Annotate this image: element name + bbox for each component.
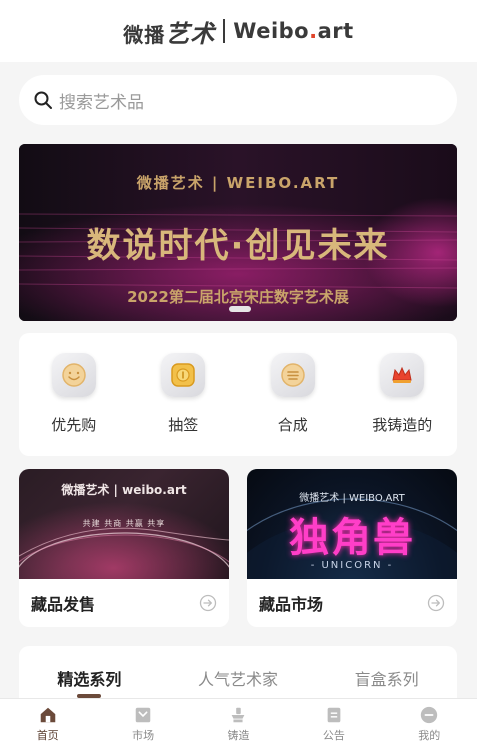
tab-label: 铸造	[227, 729, 250, 742]
market-icon	[135, 707, 151, 723]
card-image-brand: 微播艺术 | WEIBO.ART	[299, 493, 405, 504]
card-image: 微播艺术 | WEIBO.ART 独角兽 - UNICORN -	[247, 469, 457, 579]
tab-label: 首页	[36, 729, 59, 742]
tab-label: 公告	[322, 729, 345, 742]
card-image-caption: 共建 共商 共赢 共享	[82, 519, 166, 528]
action-label: 我铸造的	[372, 416, 433, 434]
action-label: 合成	[277, 416, 308, 434]
home-icon	[40, 707, 55, 723]
tab-profile[interactable]: 我的	[399, 705, 459, 743]
action-synthesize[interactable]: 合成	[248, 353, 338, 456]
card-image-title: 独角兽	[289, 515, 415, 561]
carousel-indicator[interactable]	[229, 306, 251, 312]
card-title: 藏品市场	[259, 595, 324, 614]
quick-actions: 优先购 抽签 合成 我铸造的	[19, 333, 457, 456]
logo-divider	[223, 19, 226, 43]
action-my-minted[interactable]: 我铸造的	[357, 353, 447, 456]
search-icon	[34, 91, 52, 109]
layers-icon	[270, 353, 315, 397]
app-header: 微播艺术 Weibo.art	[0, 0, 477, 62]
arrow-right-icon[interactable]	[199, 594, 217, 612]
card-title: 藏品发售	[31, 595, 96, 614]
app-logo: 微播艺术 Weibo.art	[123, 14, 353, 49]
tab-market[interactable]: 市场	[113, 705, 173, 743]
profile-icon	[421, 706, 438, 724]
tab-label: 我的	[418, 729, 441, 742]
notice-icon	[327, 707, 341, 723]
card-image-caption: - UNICORN -	[310, 560, 394, 571]
card-image: 微播艺术 | weibo.art 共建 共商 共赢 共享	[19, 469, 229, 579]
card-footer: 藏品发售	[19, 579, 229, 627]
smile-icon	[51, 353, 96, 397]
card-collection-sale[interactable]: 微播艺术 | weibo.art 共建 共商 共赢 共享 藏品发售	[19, 469, 229, 627]
card-image-brand: 微播艺术 | weibo.art	[61, 483, 187, 497]
banner-title: 数说时代·创见未来	[86, 226, 390, 266]
tab-label: 市场	[132, 729, 155, 742]
tab-home[interactable]: 首页	[18, 705, 78, 743]
action-lottery[interactable]: 抽签	[138, 353, 228, 456]
logo-chinese: 微播艺术	[123, 18, 216, 48]
logo-english: Weibo.art	[233, 19, 354, 43]
banner-subtitle: 2022第二届北京宋庄数字艺术展	[127, 288, 349, 306]
coin-icon	[161, 353, 206, 397]
action-label: 抽签	[168, 416, 199, 434]
card-collection-market[interactable]: 微播艺术 | WEIBO.ART 独角兽 - UNICORN - 藏品市场	[247, 469, 457, 627]
anvil-icon	[232, 707, 245, 723]
tab-notice[interactable]: 公告	[304, 705, 364, 743]
bottom-tab-bar: 首页 市场 铸造 公告 我的	[0, 698, 477, 743]
search-placeholder: 搜索艺术品	[59, 92, 144, 113]
action-priority-buy[interactable]: 优先购	[29, 353, 119, 456]
search-bar[interactable]: 搜索艺术品	[19, 75, 457, 125]
card-footer: 藏品市场	[247, 579, 457, 627]
home-page: 微播艺术 Weibo.art 搜索艺术品 微播艺术 | WEIBO.ART 数说…	[0, 0, 477, 743]
banner-carousel[interactable]: 微播艺术 | WEIBO.ART 数说时代·创见未来 2022第二届北京宋庄数字…	[19, 144, 457, 321]
crown-icon	[380, 353, 425, 397]
banner-brand: 微播艺术 | WEIBO.ART	[136, 174, 340, 192]
series-tabs: 精选系列 人气艺术家 盲盒系列	[19, 646, 457, 706]
action-label: 优先购	[51, 416, 97, 434]
tab-mint[interactable]: 铸造	[208, 705, 268, 743]
arrow-right-icon[interactable]	[427, 594, 445, 612]
